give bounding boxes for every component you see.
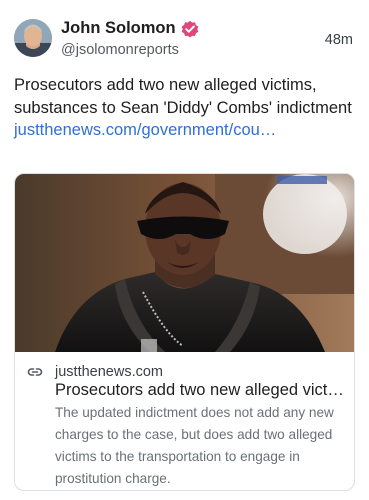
author-handle[interactable]: @jsolomonreports	[61, 42, 179, 58]
card-title[interactable]: Prosecutors add two new alleged vict…	[55, 379, 350, 401]
author-avatar[interactable]	[14, 19, 52, 57]
link-preview-card[interactable]: justthenews.com Prosecutors add two new …	[14, 173, 355, 491]
author-name[interactable]: John Solomon	[61, 19, 176, 38]
card-domain-row: justthenews.com	[27, 364, 163, 380]
card-description: The updated indictment does not add any …	[55, 405, 334, 486]
link-icon	[27, 364, 43, 380]
social-post: John Solomon @jsolomonreports 48m Prosec…	[0, 0, 369, 500]
verified-badge-icon	[181, 20, 199, 38]
post-timestamp[interactable]: 48m	[325, 32, 353, 48]
post-link[interactable]: justthenews.com/government/cou…	[14, 121, 276, 139]
author-name-row[interactable]: John Solomon	[61, 19, 199, 38]
card-domain: justthenews.com	[55, 364, 163, 380]
post-body: Prosecutors add two new alleged victims,…	[14, 74, 359, 142]
post-text: Prosecutors add two new alleged victims,…	[14, 76, 352, 117]
card-preview-image[interactable]	[15, 174, 355, 352]
